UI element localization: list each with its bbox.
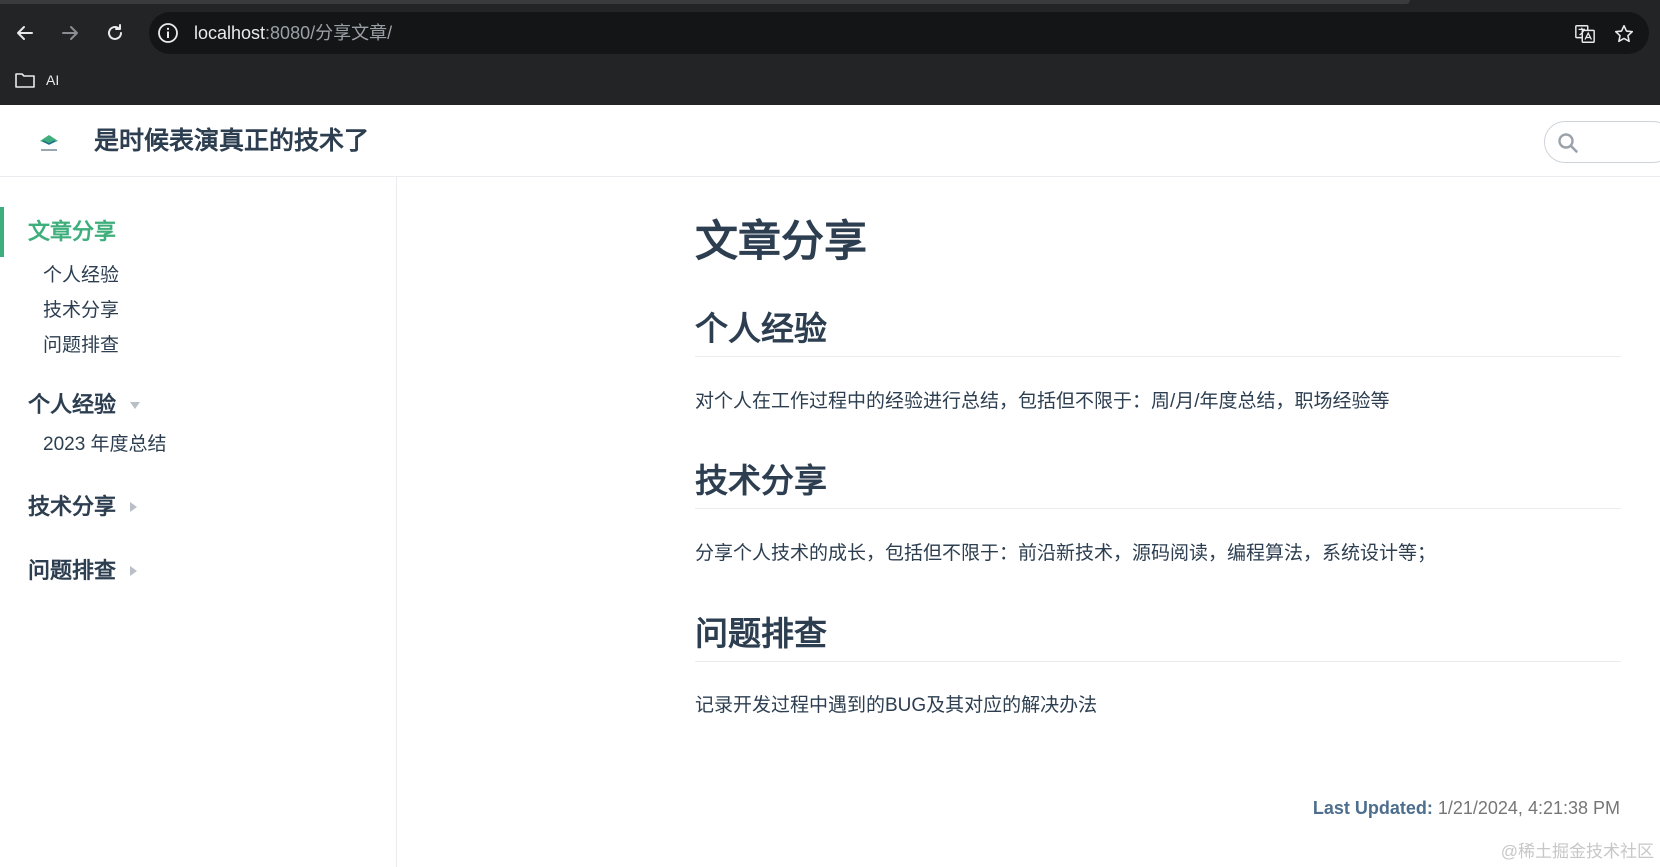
- sidebar: 文章分享 个人经验 技术分享 问题排查 个人经验 2023 年度总结 技术分享 …: [0, 177, 397, 867]
- site-title[interactable]: 是时候表演真正的技术了: [94, 105, 369, 177]
- sidebar-group-label: 技术分享: [28, 494, 117, 519]
- site-navbar: 是时候表演真正的技术了: [0, 105, 1660, 177]
- forward-button[interactable]: [55, 18, 85, 48]
- sidebar-group-personal-experience[interactable]: 个人经验: [28, 385, 141, 425]
- last-updated-label: Last Updated:: [1312, 798, 1433, 818]
- tab-strip: [0, 0, 1410, 4]
- sidebar-group-label: 个人经验: [28, 392, 117, 417]
- bookmark-folder-ai[interactable]: AI: [14, 68, 59, 92]
- sidebar-item-article-share[interactable]: 文章分享: [28, 207, 116, 257]
- section-heading: 问题排查: [695, 607, 1621, 662]
- sidebar-subitem-personal-experience[interactable]: 个人经验: [43, 261, 119, 291]
- last-updated-value: 1/21/2024, 4:21:38 PM: [1437, 798, 1620, 818]
- sidebar-group-troubleshooting[interactable]: 问题排查: [28, 551, 138, 591]
- section-heading: 个人经验: [695, 302, 1621, 357]
- site-info-icon[interactable]: [157, 22, 179, 44]
- bookmarks-bar: AI: [0, 60, 1660, 100]
- caret-right-icon: [130, 566, 138, 576]
- sidebar-group-tech-share[interactable]: 技术分享: [28, 487, 138, 527]
- url-path: :8080/分享文章/: [265, 23, 393, 43]
- page-content: 文章分享 个人经验 对个人在工作过程中的经验进行总结，包括但不限于：周/月/年度…: [397, 177, 1660, 867]
- translate-icon: [1575, 25, 1595, 43]
- reload-icon: [108, 24, 122, 40]
- watermark: @稀土掘金技术社区: [1500, 842, 1654, 861]
- sidebar-active-indicator: [0, 207, 4, 257]
- star-icon: [1614, 24, 1634, 43]
- sidebar-group-label: 问题排查: [28, 558, 117, 583]
- section-text: 对个人在工作过程中的经验进行总结，包括但不限于：周/月/年度总结，职场经验等: [695, 391, 1390, 412]
- section-text: 分享个人技术的成长，包括但不限于：前沿新技术，源码阅读，编程算法，系统设计等；: [695, 543, 1437, 564]
- reload-button[interactable]: [100, 18, 130, 48]
- url-host: localhost: [194, 23, 266, 43]
- browser-toolbar: localhost:8080/分享文章/ AI: [0, 0, 1660, 105]
- sidebar-subitem-troubleshooting[interactable]: 问题排查: [43, 331, 119, 361]
- url-text[interactable]: localhost:8080/分享文章/: [194, 12, 392, 54]
- address-bar[interactable]: localhost:8080/分享文章/: [149, 12, 1649, 54]
- section-text: 记录开发过程中遇到的BUG及其对应的解决办法: [695, 695, 1098, 716]
- translate-button[interactable]: [1573, 22, 1597, 46]
- caret-down-icon: [130, 401, 141, 409]
- sidebar-subitem-tech-share[interactable]: 技术分享: [43, 296, 119, 326]
- caret-right-icon: [130, 502, 138, 512]
- search-input[interactable]: [1544, 121, 1660, 163]
- arrow-right-icon: [62, 26, 78, 40]
- back-button[interactable]: [10, 18, 40, 48]
- folder-icon: [15, 73, 35, 88]
- page-title: 文章分享: [695, 218, 867, 266]
- search-icon: [1558, 133, 1578, 153]
- site-logo-icon[interactable]: [36, 129, 62, 155]
- arrow-left-icon: [17, 26, 33, 40]
- bookmark-star-button[interactable]: [1612, 22, 1636, 46]
- section-heading: 技术分享: [695, 454, 1621, 509]
- last-updated: Last Updated: 1/21/2024, 4:21:38 PM: [1313, 798, 1620, 819]
- sidebar-item-2023-summary[interactable]: 2023 年度总结: [43, 430, 167, 460]
- bookmark-label: AI: [46, 72, 60, 88]
